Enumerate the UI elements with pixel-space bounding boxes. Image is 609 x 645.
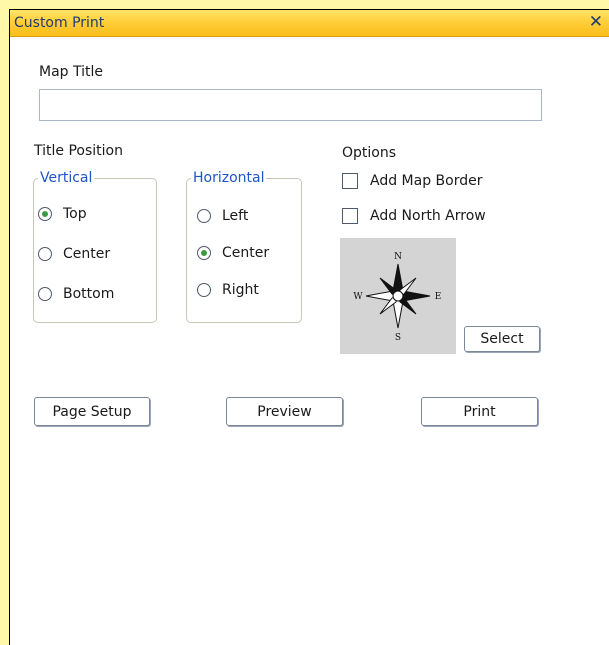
checkbox-label: Add North Arrow: [370, 208, 486, 224]
radio-horizontal-center[interactable]: Center: [197, 242, 269, 264]
radio-unselected-icon: [197, 283, 211, 297]
north-arrow-preview: N S W E: [340, 238, 456, 354]
radio-label: Center: [222, 245, 270, 261]
radio-label: Right: [222, 282, 259, 298]
radio-horizontal-left[interactable]: Left: [197, 205, 248, 227]
preview-button[interactable]: Preview: [226, 397, 343, 426]
window-title: Custom Print: [14, 15, 105, 31]
add-north-arrow-checkbox[interactable]: Add North Arrow: [342, 205, 486, 227]
horizontal-legend: Horizontal: [193, 170, 265, 186]
radio-unselected-icon: [197, 209, 211, 223]
select-button[interactable]: Select: [464, 326, 540, 352]
radio-unselected-icon: [38, 287, 52, 301]
radio-vertical-center[interactable]: Center: [38, 243, 110, 265]
radio-label: Center: [63, 246, 111, 262]
radio-vertical-top[interactable]: Top: [38, 203, 87, 225]
add-map-border-checkbox[interactable]: Add Map Border: [342, 170, 483, 192]
radio-label: Left: [222, 208, 249, 224]
radio-label: Top: [63, 206, 87, 222]
radio-label: Bottom: [63, 286, 115, 302]
radio-unselected-icon: [38, 247, 52, 261]
title-bar[interactable]: Custom Print ✕: [10, 10, 609, 37]
compass-rose-icon: N S W E: [353, 252, 442, 343]
checkbox-box: [342, 208, 358, 224]
compass-e-letter: E: [435, 292, 442, 302]
radio-selected-icon: [38, 207, 52, 221]
map-title-input[interactable]: [39, 89, 542, 121]
page-setup-button[interactable]: Page Setup: [34, 397, 150, 426]
map-title-label: Map Title: [39, 64, 103, 80]
custom-print-dialog: Custom Print ✕ Map Title Title Position …: [9, 9, 609, 645]
vertical-legend: Vertical: [40, 170, 93, 186]
title-position-label: Title Position: [34, 143, 123, 159]
close-icon[interactable]: ✕: [589, 11, 603, 33]
checkbox-label: Add Map Border: [370, 173, 483, 189]
compass-s-letter: S: [395, 333, 401, 343]
checkbox-box: [342, 173, 358, 189]
print-button[interactable]: Print: [421, 397, 538, 426]
radio-vertical-bottom[interactable]: Bottom: [38, 283, 114, 305]
options-label: Options: [342, 145, 397, 161]
compass-n-letter: N: [394, 252, 402, 262]
compass-w-letter: W: [353, 292, 363, 302]
radio-selected-icon: [197, 246, 211, 260]
radio-horizontal-right[interactable]: Right: [197, 279, 259, 301]
